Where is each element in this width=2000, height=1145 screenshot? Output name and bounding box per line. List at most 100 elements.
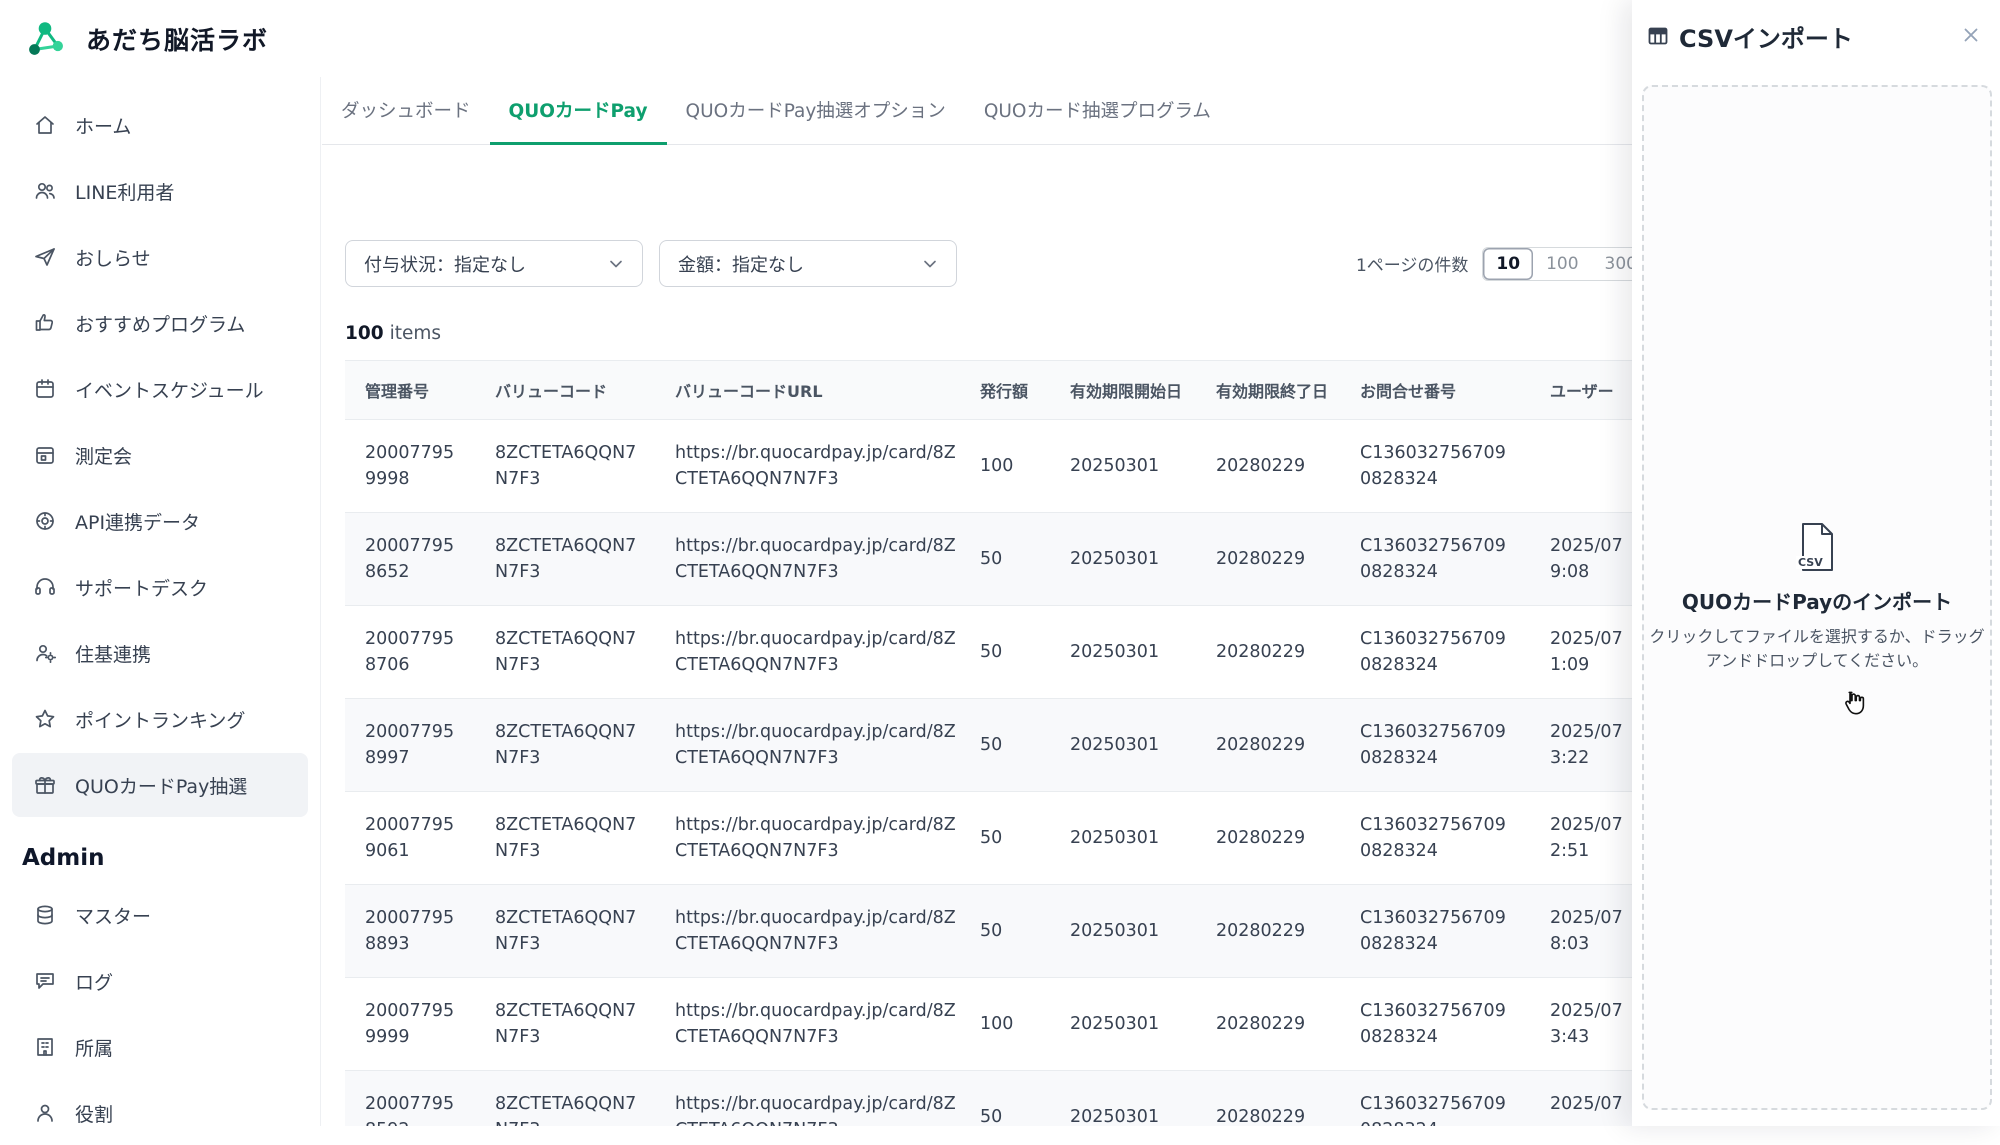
csv-dropzone[interactable]: CSV QUOカードPayのインポート クリックしてファイルを選択するか、ドラッ…: [1642, 85, 1992, 1110]
tab[interactable]: QUOカードPay抽選オプション: [667, 77, 965, 145]
table-cell-id: 200077958706: [345, 606, 495, 699]
tab[interactable]: QUOカードPay: [490, 77, 667, 145]
table-cell-line: 8652: [365, 559, 477, 585]
table-cell-line: C136032756709: [1360, 1091, 1532, 1117]
table-cell-line: CTETA6QQN7N7F3: [675, 466, 962, 492]
sidebar-item[interactable]: 測定会: [12, 423, 308, 487]
page-size-option[interactable]: 10: [1483, 248, 1533, 280]
api-icon: [32, 508, 58, 534]
items-count-label: items: [390, 323, 441, 344]
table-header-cell: 有効期限開始日: [1070, 361, 1216, 420]
table-cell-amount: 50: [980, 792, 1070, 885]
table-cell-inquiry: C1360327567090828324: [1360, 420, 1550, 513]
status-filter-value: 付与状況：指定なし: [364, 251, 526, 277]
table-cell-line: 20007795: [365, 719, 477, 745]
table-cell-line: N7F3: [495, 1117, 657, 1126]
table-cell-line: CTETA6QQN7N7F3: [675, 1024, 962, 1050]
sidebar: ホーム LINE利用者おしらせおすすめプログラムイベントスケジュール測定会 API連…: [0, 77, 321, 1126]
table-cell-end: 20280229: [1216, 420, 1360, 513]
table-cell-url: https://br.quocardpay.jp/card/8ZCTETA6QQ…: [675, 420, 980, 513]
sidebar-item-label: サポートデスク: [75, 574, 208, 601]
sidebar-item[interactable]: 役割: [12, 1081, 308, 1145]
sidebar-item[interactable]: ログ: [12, 949, 308, 1013]
sidebar-item[interactable]: 住基連携: [12, 621, 308, 685]
chevron-down-icon: [606, 254, 626, 274]
table-cell-start: 20250301: [1070, 792, 1216, 885]
table-cell-line: N7F3: [495, 1024, 657, 1050]
sidebar-item[interactable]: マスター: [12, 883, 308, 947]
table-cell-amount: 100: [980, 978, 1070, 1071]
table-cell-id: 200077959999: [345, 978, 495, 1071]
table-cell-line: 0828324: [1360, 931, 1532, 957]
sidebar-item[interactable]: サポートデスク: [12, 555, 308, 619]
page-size-option[interactable]: 100: [1533, 248, 1591, 280]
table-cell-line: 8ZCTETA6QQN7: [495, 1091, 657, 1117]
table-cell-line: N7F3: [495, 466, 657, 492]
table-cell-line: 8592: [365, 1117, 477, 1126]
page-size-control: 1ページの件数 10 100 300: [1356, 247, 1651, 281]
star-icon: [32, 706, 58, 732]
sidebar-item[interactable]: ホーム: [12, 93, 308, 157]
chat-icon: [32, 968, 58, 994]
table-cell-line: 0828324: [1360, 466, 1532, 492]
sidebar-item[interactable]: イベントスケジュール: [12, 357, 308, 421]
dropzone-description-line1: クリックしてファイルを選択するか、ドラッグ: [1649, 627, 1984, 646]
table-cell-id: 200077958997: [345, 699, 495, 792]
table-cell-line: 0828324: [1360, 1024, 1532, 1050]
table-cell-inquiry: C1360327567090828324: [1360, 978, 1550, 1071]
table-cell-url: https://br.quocardpay.jp/card/8ZCTETA6QQ…: [675, 513, 980, 606]
thumb-up-icon: [32, 310, 58, 336]
table-cell-line: 9998: [365, 466, 477, 492]
table-cell-inquiry: C1360327567090828324: [1360, 885, 1550, 978]
table-cell-line: 20007795: [365, 812, 477, 838]
table-cell-line: C136032756709: [1360, 533, 1532, 559]
gift-icon: [32, 772, 58, 798]
csv-import-panel-header: CSVインポート: [1632, 0, 2000, 72]
tab[interactable]: ダッシュボード: [322, 77, 490, 145]
sidebar-item[interactable]: おすすめプログラム: [12, 291, 308, 355]
table-icon: [1646, 24, 1670, 48]
sidebar-item[interactable]: ポイントランキング: [12, 687, 308, 751]
sidebar-item-label: LINE利用者: [75, 178, 174, 205]
table-cell-line: CTETA6QQN7N7F3: [675, 838, 962, 864]
table-cell-line: N7F3: [495, 652, 657, 678]
sidebar-item-label: ログ: [75, 968, 113, 995]
tab[interactable]: QUOカード抽選プログラム: [965, 77, 1230, 145]
table-cell-code: 8ZCTETA6QQN7N7F3: [495, 885, 675, 978]
amount-filter-select[interactable]: 金額：指定なし: [659, 240, 957, 287]
table-cell-id: 200077958652: [345, 513, 495, 606]
status-filter-select[interactable]: 付与状況：指定なし: [345, 240, 643, 287]
table-cell-line: 8ZCTETA6QQN7: [495, 533, 657, 559]
table-cell-id: 200077959998: [345, 420, 495, 513]
database-icon: [32, 902, 58, 928]
close-button[interactable]: [1958, 22, 1984, 48]
table-cell-code: 8ZCTETA6QQN7N7F3: [495, 699, 675, 792]
table-cell-inquiry: C1360327567090828324: [1360, 606, 1550, 699]
table-cell-code: 8ZCTETA6QQN7N7F3: [495, 978, 675, 1071]
table-cell-line: 8ZCTETA6QQN7: [495, 440, 657, 466]
table-cell-line: C136032756709: [1360, 719, 1532, 745]
table-cell-line: 8893: [365, 931, 477, 957]
table-cell-line: N7F3: [495, 745, 657, 771]
table-cell-line: N7F3: [495, 838, 657, 864]
table-cell-line: 0828324: [1360, 745, 1532, 771]
table-cell-end: 20280229: [1216, 513, 1360, 606]
table-cell-inquiry: C1360327567090828324: [1360, 792, 1550, 885]
table-cell-amount: 50: [980, 1071, 1070, 1127]
sidebar-item-label: おしらせ: [75, 244, 151, 271]
calendar-icon: [32, 376, 58, 402]
sidebar-item[interactable]: おしらせ: [12, 225, 308, 289]
sidebar-item[interactable]: 所属: [12, 1015, 308, 1079]
table-header-cell: バリューコードURL: [675, 361, 980, 420]
table-cell-end: 20280229: [1216, 792, 1360, 885]
sidebar-item[interactable]: LINE利用者: [12, 159, 308, 223]
admin-section-label: Admin: [0, 819, 320, 883]
sidebar-item-label: マスター: [75, 902, 151, 929]
sidebar-item[interactable]: QUOカードPay抽選: [12, 753, 308, 817]
table-cell-line: https://br.quocardpay.jp/card/8Z: [675, 812, 962, 838]
sidebar-item-label: API連携データ: [75, 508, 200, 535]
table-cell-url: https://br.quocardpay.jp/card/8ZCTETA6QQ…: [675, 606, 980, 699]
sidebar-item-label: 測定会: [75, 442, 132, 469]
sidebar-item[interactable]: API連携データ: [12, 489, 308, 553]
table-cell-line: 20007795: [365, 626, 477, 652]
